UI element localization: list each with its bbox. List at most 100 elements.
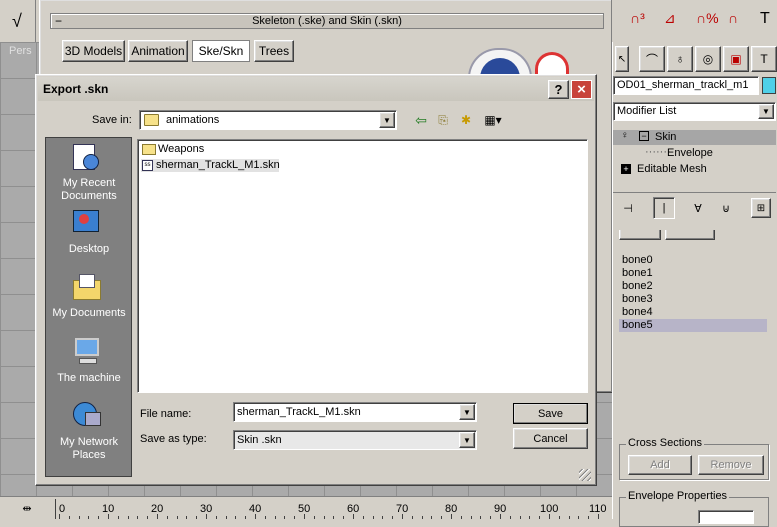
- view-menu-icon[interactable]: ▦▾: [480, 111, 506, 129]
- places-item-desktop[interactable]: Desktop: [46, 208, 132, 258]
- motion-tab-icon[interactable]: ◎: [695, 46, 721, 72]
- bone-list-item[interactable]: bone1: [619, 267, 767, 280]
- plugin-tabs: 3D Models Animation Ske/Skn Trees: [62, 40, 302, 64]
- places-label: My Recent Documents: [61, 177, 117, 202]
- time-ruler[interactable]: 0 10 20 30 40 50 60 70 80 90 100 110: [55, 499, 610, 519]
- viewport-label: Pers: [9, 45, 32, 57]
- timeline-tick-mark: [598, 514, 599, 519]
- folder-icon: [142, 144, 156, 155]
- collapse-icon[interactable]: −: [639, 131, 649, 141]
- add-bone-button[interactable]: [619, 230, 661, 240]
- percent-snap-icon[interactable]: ∩%: [696, 10, 719, 26]
- main-toolbar-right: ∩³ ⊿ ∩% ∩ T: [612, 0, 777, 42]
- modifier-list-dropdown[interactable]: Modifier List ▼: [613, 102, 776, 121]
- bone-list[interactable]: bone0 bone1 bone2 bone3 bone4 bone5: [619, 254, 767, 454]
- places-label: My Network Places: [59, 436, 119, 461]
- close-button[interactable]: ×: [571, 80, 592, 99]
- file-list-item-file[interactable]: ss sherman_TrackL_M1.skn: [141, 159, 280, 172]
- stack-toolbar: ⊣ | ∀ ⊍ ⊞: [613, 192, 776, 220]
- stack-item-skin[interactable]: ♀ − Skin: [613, 130, 776, 145]
- stack-item-label: Skin: [655, 131, 677, 143]
- recent-documents-icon: [71, 142, 101, 172]
- tab-trees[interactable]: Trees: [254, 40, 294, 62]
- timeline-tick-mark: [59, 514, 60, 519]
- modify-tab-icon[interactable]: ⌒: [639, 46, 665, 72]
- radius-spinner[interactable]: [698, 510, 754, 524]
- file-list[interactable]: Weapons ss sherman_TrackL_M1.skn: [137, 139, 588, 393]
- bone-list-item[interactable]: bone3: [619, 293, 767, 306]
- bones-add-remove-row: [619, 230, 719, 242]
- dialog-title: Export .skn: [43, 82, 109, 96]
- places-item-the-machine[interactable]: The machine: [46, 336, 132, 386]
- display-tab-icon[interactable]: ▣: [723, 46, 749, 72]
- command-panel: ↖ ⌒ ♁ ◎ ▣ T OD01_sherman_trackl_m1 Modif…: [612, 42, 777, 527]
- timeline-tick-mark: [157, 514, 158, 519]
- timeline-tick-mark: [549, 514, 550, 519]
- tab-animation[interactable]: Animation: [128, 40, 188, 62]
- show-end-result-icon[interactable]: |: [653, 197, 675, 219]
- bone-list-item-selected[interactable]: bone5: [619, 319, 767, 332]
- stack-item-envelope[interactable]: ······· Envelope: [613, 146, 776, 161]
- save-in-value: animations: [166, 114, 220, 126]
- file-name: sherman_TrackL_M1.skn: [156, 159, 280, 171]
- places-item-recent[interactable]: My Recent Documents: [46, 142, 132, 204]
- expand-icon[interactable]: +: [621, 164, 631, 174]
- rollout-header[interactable]: − Skeleton (.ske) and Skin (.skn): [50, 13, 604, 29]
- up-one-level-icon[interactable]: ⎘: [434, 111, 452, 129]
- modifier-list-text: Modifier List: [617, 105, 677, 117]
- modifier-stack: ♀ − Skin ······· Envelope + Editable Mes…: [613, 130, 776, 178]
- file-name-label: File name:: [140, 408, 192, 420]
- timeline-tick-mark: [402, 514, 403, 519]
- spinner-snap-icon[interactable]: ∩: [728, 10, 738, 26]
- timeline-tick-mark: [353, 514, 354, 519]
- file-name-value: sherman_TrackL_M1.skn: [237, 406, 361, 418]
- bone-list-item[interactable]: bone2: [619, 280, 767, 293]
- cross-section-add-button[interactable]: Add: [628, 455, 692, 475]
- tab-ske-skn[interactable]: Ske/Skn: [192, 40, 250, 62]
- object-color-swatch[interactable]: [762, 77, 776, 94]
- cross-section-remove-button[interactable]: Remove: [698, 455, 764, 475]
- back-icon[interactable]: ⇦: [412, 111, 430, 129]
- places-label: Desktop: [68, 243, 110, 255]
- utilities-tab-icon[interactable]: T: [751, 46, 777, 72]
- snap-toggle-icon[interactable]: ∩³: [630, 10, 645, 26]
- bone-list-item[interactable]: bone4: [619, 306, 767, 319]
- places-label: The machine: [57, 372, 121, 384]
- my-documents-icon: [71, 272, 103, 300]
- time-configuration-icon[interactable]: ⇹: [16, 499, 38, 517]
- file-name-input[interactable]: sherman_TrackL_M1.skn ▼: [233, 402, 477, 422]
- resize-grip-icon[interactable]: [579, 469, 591, 481]
- remove-modifier-icon[interactable]: ⊍: [717, 199, 735, 217]
- tab-3d-models[interactable]: 3D Models: [62, 40, 125, 62]
- file-list-item-folder[interactable]: Weapons: [141, 143, 261, 156]
- save-as-type-label: Save as type:: [140, 433, 207, 445]
- dialog-title-bar[interactable]: Export .skn ? ×: [38, 77, 594, 101]
- save-as-type-dropdown[interactable]: Skin .skn ▼: [233, 430, 477, 450]
- places-bar: My Recent Documents Desktop My Documents…: [45, 137, 132, 477]
- configure-sets-icon[interactable]: ⊞: [751, 198, 771, 218]
- stack-item-editable-mesh[interactable]: + Editable Mesh: [613, 162, 776, 177]
- angle-snap-icon[interactable]: ⊿: [664, 10, 676, 27]
- make-unique-icon[interactable]: ∀: [689, 199, 707, 217]
- save-button[interactable]: Save: [513, 403, 588, 424]
- hammer-icon[interactable]: T: [760, 10, 770, 28]
- chevron-down-icon: ▼: [459, 432, 475, 448]
- cancel-button[interactable]: Cancel: [513, 428, 588, 449]
- folder-icon: [144, 114, 159, 126]
- pin-stack-icon[interactable]: ⊣: [619, 199, 637, 217]
- places-item-network[interactable]: My Network Places: [46, 400, 132, 464]
- lightbulb-icon[interactable]: ♀: [621, 130, 629, 141]
- remove-bone-button[interactable]: [665, 230, 715, 240]
- new-folder-icon[interactable]: ✱: [457, 111, 475, 129]
- help-button[interactable]: ?: [548, 80, 569, 99]
- select-tool-icon[interactable]: √: [4, 8, 30, 34]
- save-in-dropdown[interactable]: animations ▼: [139, 110, 397, 130]
- bone-list-item[interactable]: bone0: [619, 254, 767, 267]
- object-name-field[interactable]: OD01_sherman_trackl_m1: [613, 76, 759, 95]
- hierarchy-tab-icon[interactable]: ♁: [667, 46, 693, 72]
- cross-sections-title: Cross Sections: [626, 437, 704, 449]
- create-tab-icon[interactable]: ↖: [615, 46, 629, 72]
- places-item-my-documents[interactable]: My Documents: [46, 272, 132, 322]
- network-places-icon: [71, 400, 103, 430]
- desktop-icon: [71, 208, 101, 236]
